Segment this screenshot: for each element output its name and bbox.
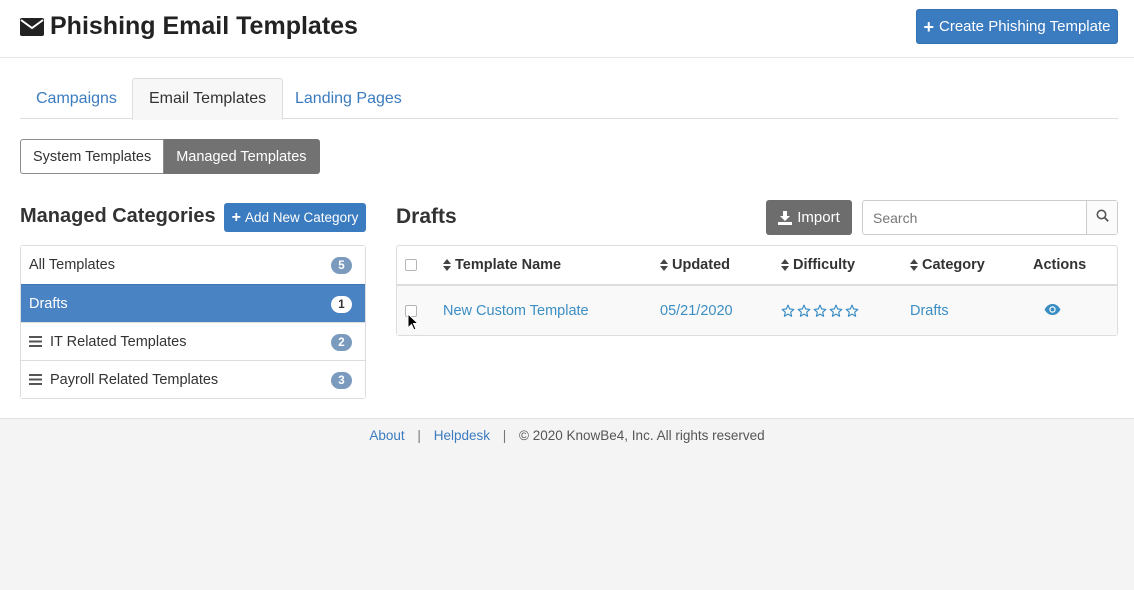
- select-all-cell: [405, 246, 417, 284]
- drafts-title: Drafts: [396, 205, 457, 228]
- category-label: Drafts: [29, 295, 68, 312]
- column-label: Difficulty: [793, 257, 856, 273]
- category-item-drafts[interactable]: Drafts 1: [21, 284, 365, 322]
- category-label: IT Related Templates: [50, 333, 187, 350]
- create-button-label: Create Phishing Template: [939, 18, 1111, 35]
- table-row: New Custom Template 05/21/2020 Drafts: [397, 286, 1117, 335]
- separator: |: [417, 428, 421, 443]
- sort-icon: [910, 259, 918, 271]
- star-icon: [797, 304, 811, 317]
- import-button[interactable]: Import: [766, 200, 852, 235]
- plus-icon: +: [231, 208, 242, 226]
- column-header-category[interactable]: Category: [910, 246, 985, 284]
- category-list: All Templates 5 Drafts 1 IT Related Temp…: [20, 245, 366, 399]
- template-name-link[interactable]: New Custom Template: [443, 286, 589, 335]
- category-link[interactable]: Drafts: [910, 286, 949, 335]
- envelope-icon: [20, 17, 44, 37]
- tab-landing-pages[interactable]: Landing Pages: [279, 78, 418, 119]
- column-label: Actions: [1033, 257, 1087, 273]
- page-header: Phishing Email Templates + Create Phishi…: [0, 0, 1134, 58]
- about-link[interactable]: About: [369, 428, 404, 443]
- preview-button[interactable]: [1044, 286, 1061, 335]
- sort-icon: [660, 259, 668, 271]
- column-header-updated[interactable]: Updated: [660, 246, 730, 284]
- main-panel: Phishing Email Templates + Create Phishi…: [0, 0, 1134, 419]
- column-header-difficulty[interactable]: Difficulty: [781, 246, 855, 284]
- star-icon: [781, 304, 795, 317]
- sort-icon: [443, 259, 451, 271]
- category-label: All Templates: [29, 257, 115, 273]
- column-label: Category: [922, 257, 985, 273]
- search-input[interactable]: [863, 201, 1086, 234]
- search-icon: [1096, 209, 1109, 227]
- count-badge: 2: [331, 334, 352, 351]
- add-new-category-button[interactable]: + Add New Category: [224, 203, 366, 232]
- system-templates-button[interactable]: System Templates: [20, 139, 165, 174]
- tab-campaigns[interactable]: Campaigns: [20, 78, 133, 119]
- star-icon: [813, 304, 827, 317]
- add-category-label: Add New Category: [245, 210, 359, 225]
- column-label: Updated: [672, 257, 730, 273]
- plus-icon: +: [923, 16, 934, 37]
- category-label: Payroll Related Templates: [50, 371, 219, 388]
- star-icon: [829, 304, 843, 317]
- difficulty-rating: [781, 286, 859, 335]
- column-header-actions: Actions: [1033, 246, 1086, 284]
- count-badge: 3: [331, 372, 352, 389]
- count-badge: 5: [331, 257, 352, 274]
- import-label: Import: [797, 209, 840, 226]
- drag-handle-icon[interactable]: [29, 336, 42, 347]
- drag-handle-icon[interactable]: [29, 374, 42, 385]
- mouse-cursor-icon: [407, 312, 420, 336]
- column-header-template-name[interactable]: Template Name: [443, 246, 561, 284]
- count-badge: 1: [331, 296, 352, 313]
- category-item-all-templates[interactable]: All Templates 5: [21, 246, 365, 284]
- search-button[interactable]: [1086, 201, 1117, 234]
- download-icon: [778, 210, 793, 225]
- category-item-it-related[interactable]: IT Related Templates 2: [21, 322, 365, 360]
- page-title-text: Phishing Email Templates: [50, 12, 358, 40]
- copyright-text: © 2020 KnowBe4, Inc. All rights reserved: [519, 428, 765, 443]
- select-all-checkbox[interactable]: [405, 259, 417, 271]
- templates-table: Template Name Updated Difficulty Categor…: [396, 245, 1118, 336]
- template-type-toggle: System Templates Managed Templates: [20, 139, 320, 174]
- sort-icon: [781, 259, 789, 271]
- footer: About | Helpdesk | © 2020 KnowBe4, Inc. …: [0, 428, 1134, 443]
- column-label: Template Name: [455, 257, 562, 273]
- categories-title: Managed Categories: [20, 205, 216, 227]
- category-item-payroll-related[interactable]: Payroll Related Templates 3: [21, 360, 365, 398]
- star-icon: [845, 304, 859, 317]
- separator: |: [502, 428, 507, 443]
- managed-templates-button[interactable]: Managed Templates: [164, 139, 320, 174]
- tab-email-templates[interactable]: Email Templates: [132, 78, 284, 120]
- helpdesk-link[interactable]: Helpdesk: [434, 428, 490, 443]
- create-phishing-template-button[interactable]: + Create Phishing Template: [916, 9, 1118, 44]
- table-header: Template Name Updated Difficulty Categor…: [397, 246, 1117, 286]
- tab-bar: Campaigns Email Templates Landing Pages: [20, 78, 1118, 120]
- eye-icon: [1044, 303, 1061, 319]
- updated-date: 05/21/2020: [660, 302, 733, 319]
- search-box: [862, 200, 1118, 235]
- page-title: Phishing Email Templates: [20, 12, 358, 41]
